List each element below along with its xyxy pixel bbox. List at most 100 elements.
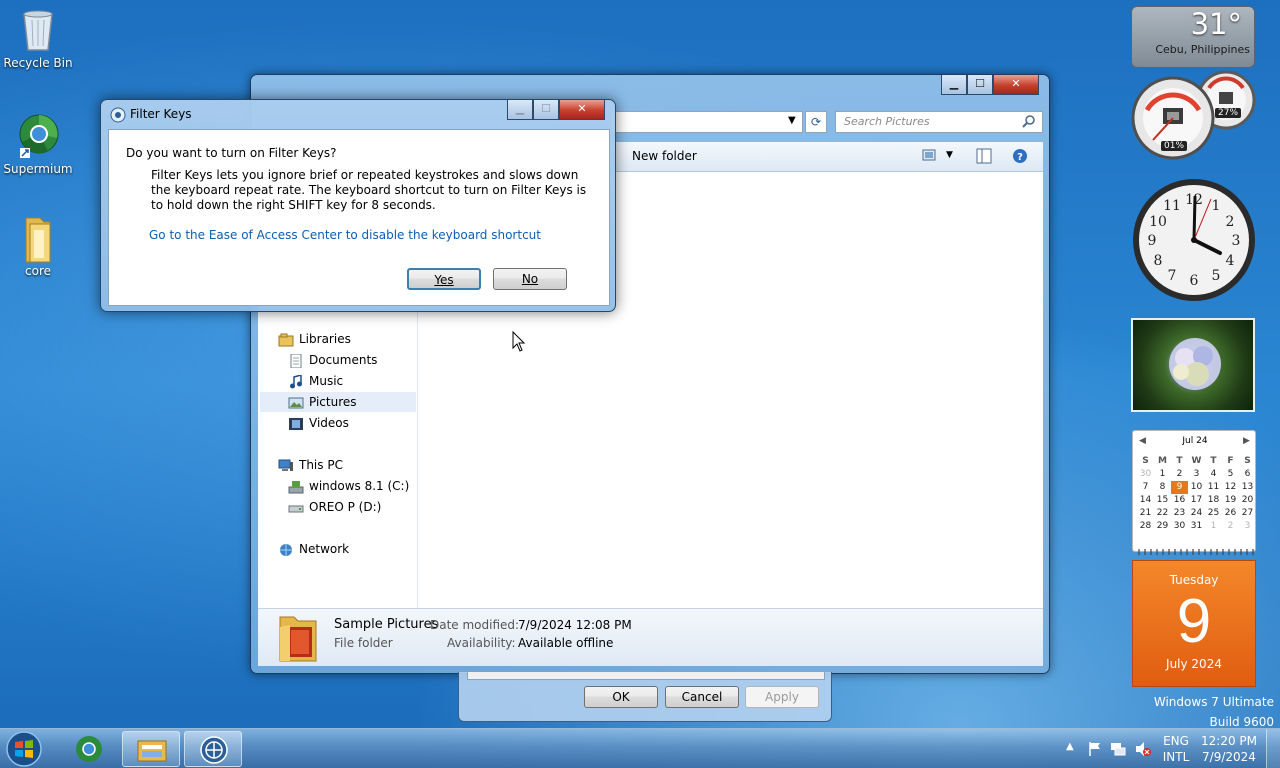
action-center-flag-icon[interactable] [1088, 741, 1102, 760]
desktop-icon-label: Supermium [3, 162, 73, 176]
show-desktop-button[interactable] [1266, 729, 1280, 768]
minimize-button[interactable]: ▁ [941, 75, 967, 95]
calendar-day[interactable]: 7 [1137, 481, 1154, 494]
desktop-icon-supermium[interactable]: Supermium [0, 112, 76, 176]
calendar-spiral-binding [1138, 549, 1254, 555]
calendar-day[interactable]: 30 [1171, 520, 1188, 533]
system-clock[interactable]: 12:20 PM 7/9/2024 [1196, 733, 1262, 765]
chevron-down-icon[interactable]: ▼ [788, 115, 796, 126]
dialog-body-edge [467, 672, 825, 680]
calendar-day[interactable]: 23 [1171, 507, 1188, 520]
cpu-meter-gadget[interactable]: 01% 27% [1131, 70, 1257, 164]
calendar-day[interactable]: 6 [1239, 468, 1256, 481]
calendar-day[interactable]: 3 [1239, 520, 1256, 533]
nav-item-videos[interactable]: Videos [288, 413, 349, 433]
calendar-day[interactable]: 2 [1222, 520, 1239, 533]
calendar-day[interactable]: 31 [1188, 520, 1205, 533]
calendar-day[interactable]: 18 [1205, 494, 1222, 507]
ok-button[interactable]: OK [584, 686, 658, 708]
cancel-button[interactable]: Cancel [665, 686, 739, 708]
folder-thumbnail-icon [276, 613, 320, 666]
next-month-icon[interactable]: ▶ [1243, 436, 1250, 446]
search-box[interactable]: Search Pictures [835, 111, 1043, 133]
mouse-cursor-icon [512, 330, 526, 356]
videos-icon [288, 417, 304, 431]
svg-text:7: 7 [1168, 268, 1177, 284]
calendar-day[interactable]: 1 [1205, 520, 1222, 533]
no-button[interactable]: No [493, 268, 567, 290]
new-folder-button[interactable]: New folder [632, 149, 697, 163]
calendar-day[interactable]: 25 [1205, 507, 1222, 520]
calendar-day[interactable]: 22 [1154, 507, 1171, 520]
volume-muted-icon[interactable] [1134, 741, 1152, 760]
apply-button[interactable]: Apply [745, 686, 819, 708]
maximize-button[interactable]: ☐ [967, 75, 993, 95]
help-icon[interactable]: ? [1012, 148, 1028, 167]
calendar-day[interactable]: 11 [1205, 481, 1222, 494]
nav-item-libraries[interactable]: Libraries [278, 329, 351, 349]
show-hidden-icons-icon[interactable]: ▲ [1066, 741, 1074, 752]
view-options-chevron-icon[interactable]: ▼ [946, 150, 953, 160]
calendar-day[interactable]: 13 [1239, 481, 1256, 494]
calendar-day[interactable]: 4 [1205, 468, 1222, 481]
calendar-day[interactable]: 5 [1222, 468, 1239, 481]
clock-gadget[interactable]: 12 1 2 3 4 5 6 7 8 9 10 11 [1131, 177, 1257, 303]
change-view-icon[interactable] [922, 148, 938, 165]
calendar-day[interactable]: 9 [1171, 481, 1188, 494]
address-bar[interactable]: ▼ [611, 111, 803, 133]
refresh-button[interactable]: ⟳ [805, 111, 827, 133]
weather-gadget[interactable]: 31° Cebu, Philippines [1131, 6, 1255, 68]
calendar-day[interactable]: 14 [1137, 494, 1154, 507]
calendar-day[interactable]: 12 [1222, 481, 1239, 494]
calendar-day[interactable]: 16 [1171, 494, 1188, 507]
calendar-day[interactable]: 20 [1239, 494, 1256, 507]
calendar-day[interactable]: 17 [1188, 494, 1205, 507]
item-name: Sample Pictures [334, 617, 439, 632]
start-button[interactable] [4, 730, 44, 768]
taskbar-ease-of-access[interactable] [184, 731, 242, 767]
nav-item-music[interactable]: Music [288, 371, 343, 391]
desktop-icon-recycle-bin[interactable]: Recycle Bin [0, 6, 76, 70]
calendar-day[interactable]: 24 [1188, 507, 1205, 520]
calendar-day[interactable]: 27 [1239, 507, 1256, 520]
calendar-day[interactable]: 21 [1137, 507, 1154, 520]
ease-of-access-link[interactable]: Go to the Ease of Access Center to disab… [149, 228, 541, 242]
network-tray-icon[interactable] [1110, 741, 1126, 760]
calendar-day[interactable]: 29 [1154, 520, 1171, 533]
calendar-weekday: W [1191, 456, 1202, 466]
close-button[interactable]: ✕ [993, 75, 1039, 95]
calendar-day[interactable]: 8 [1154, 481, 1171, 494]
nav-item-drive-d[interactable]: OREO P (D:) [288, 497, 381, 517]
yes-button[interactable]: Yes [407, 268, 481, 290]
calendar-day[interactable]: 10 [1188, 481, 1205, 494]
preview-pane-icon[interactable] [976, 148, 992, 167]
calendar-gadget[interactable]: ◀ Jul 24 ▶ S M T W T F S 30 1 2 3 4 5 6 7 8 9 10 11 12 13 14 1… [1132, 430, 1256, 555]
calendar-day[interactable]: 30 [1137, 468, 1154, 481]
nav-item-pictures[interactable]: Pictures [260, 392, 416, 412]
slideshow-gadget[interactable] [1131, 318, 1255, 412]
taskbar-supermium[interactable] [60, 731, 118, 767]
nav-item-documents[interactable]: Documents [288, 350, 377, 370]
calendar-day[interactable]: 26 [1222, 507, 1239, 520]
nav-item-drive-c[interactable]: windows 8.1 (C:) [288, 476, 409, 496]
desktop-icon-core[interactable]: core [0, 214, 76, 278]
nav-item-this-pc[interactable]: This PC [278, 455, 343, 475]
calendar-day[interactable]: 1 [1154, 468, 1171, 481]
memory-usage: 27% [1215, 108, 1242, 118]
nav-label: Pictures [309, 395, 357, 409]
calendar-month-label: Jul 24 [1182, 436, 1208, 446]
calendar-day[interactable]: 19 [1222, 494, 1239, 507]
taskbar-file-explorer[interactable] [122, 731, 180, 767]
language-indicator[interactable]: ENG INTL [1158, 733, 1194, 765]
dialog-minimize-button[interactable]: ▁ [507, 100, 533, 120]
pictures-icon [288, 396, 304, 410]
dialog-maximize-button[interactable]: ☐ [533, 100, 559, 120]
nav-item-network[interactable]: Network [278, 539, 349, 559]
calendar-day[interactable]: 2 [1171, 468, 1188, 481]
availability-label: Availability: [447, 636, 516, 650]
dialog-close-button[interactable]: ✕ [559, 100, 605, 120]
calendar-day[interactable]: 3 [1188, 468, 1205, 481]
calendar-day[interactable]: 15 [1154, 494, 1171, 507]
calendar-day-gadget[interactable]: Tuesday 9 July 2024 [1132, 560, 1256, 687]
calendar-day[interactable]: 28 [1137, 520, 1154, 533]
